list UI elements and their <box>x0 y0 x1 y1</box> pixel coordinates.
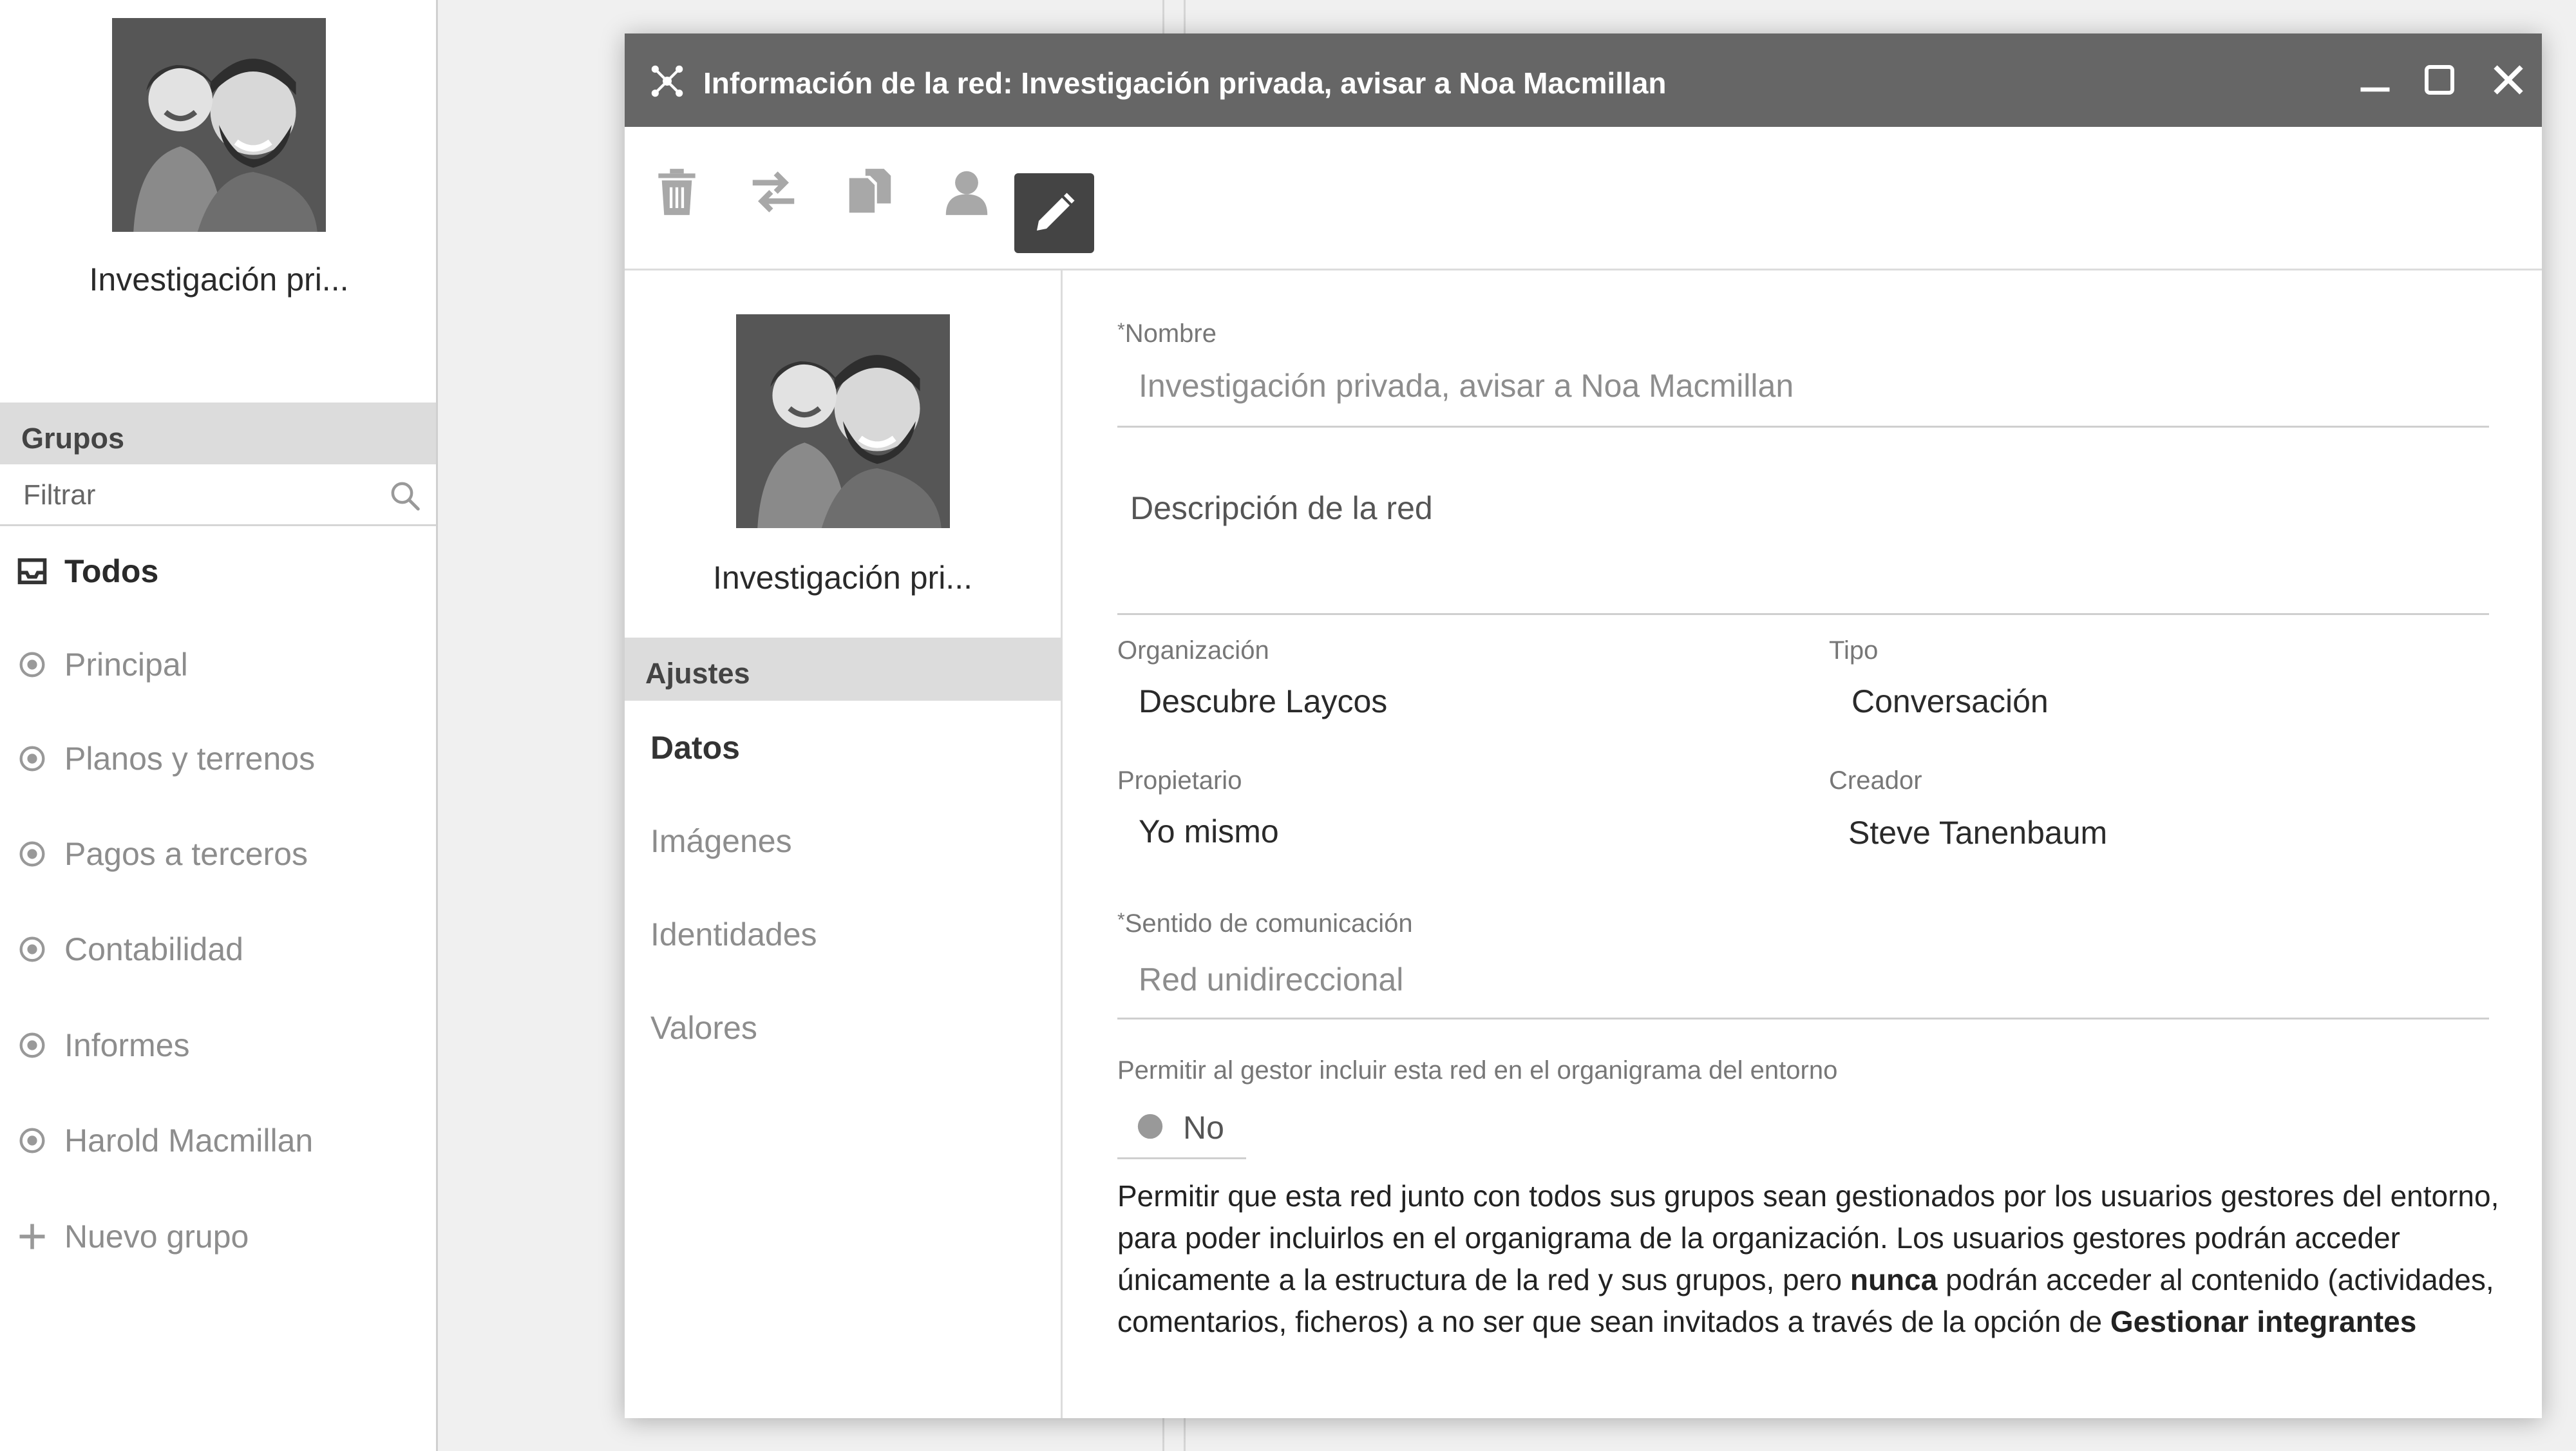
network-info-dialog: Información de la red: Investigación pri… <box>625 33 2542 1418</box>
menu-imagenes[interactable]: Imágenes <box>650 822 792 860</box>
group-item-label: Planos y terrenos <box>64 741 316 777</box>
permitir-help-text: Permitir que esta red junto con todos su… <box>1117 1179 2499 1338</box>
group-item-planos[interactable]: Planos y terrenos <box>0 723 436 794</box>
copy-icon[interactable] <box>842 164 898 220</box>
network-name: Investigación pri... <box>89 261 349 298</box>
settings-header: Ajustes <box>625 638 1061 701</box>
dialog-toolbar <box>625 127 2542 270</box>
dialog-title: Información de la red: Investigación pri… <box>703 66 1667 100</box>
descripcion-field[interactable]: Descripción de la red <box>1130 489 1433 527</box>
trash-icon[interactable] <box>649 164 705 220</box>
nombre-label: *Nombre <box>1117 319 1217 348</box>
radio-dot-icon <box>19 746 45 772</box>
groups-header: Grupos <box>0 403 436 464</box>
plus-icon <box>19 1224 45 1249</box>
group-item-todos[interactable]: Todos <box>0 536 436 607</box>
propietario-value: Yo mismo <box>1139 813 1279 849</box>
group-item-principal[interactable]: Principal <box>0 629 436 700</box>
radio-dot-icon <box>19 1032 45 1058</box>
network-avatar[interactable] <box>736 314 950 528</box>
menu-valores[interactable]: Valores <box>650 1009 757 1047</box>
edit-button[interactable] <box>1014 173 1094 253</box>
radio-dot-icon <box>19 1128 45 1153</box>
descripcion-underline <box>1117 613 2489 615</box>
minimize-icon[interactable] <box>2356 61 2394 99</box>
permitir-value: No <box>1183 1110 1224 1146</box>
network-avatar[interactable] <box>112 18 326 232</box>
sentido-label: *Sentido de comunicación <box>1117 909 1413 938</box>
radio-dot-icon <box>19 936 45 962</box>
filter-input[interactable] <box>23 476 371 515</box>
group-item-label: Todos <box>64 553 159 589</box>
organizacion-value: Descubre Laycos <box>1139 683 1388 719</box>
permitir-label: Permitir al gestor incluir esta red en e… <box>1117 1056 1838 1085</box>
search-icon[interactable] <box>388 479 422 513</box>
nombre-field[interactable]: Investigación privada, avisar a Noa Macm… <box>1139 367 1794 404</box>
organizacion-label: Organización <box>1117 636 1269 665</box>
creador-value: Steve Tanenbaum <box>1848 815 2108 851</box>
groups-sidebar: Investigación pri... Grupos Todos Princi… <box>0 0 438 1451</box>
close-icon[interactable] <box>2489 61 2528 99</box>
maximize-icon[interactable] <box>2420 61 2459 99</box>
transfer-icon[interactable] <box>746 164 801 220</box>
group-item-contabilidad[interactable]: Contabilidad <box>0 914 436 985</box>
required-mark: * <box>1117 909 1125 931</box>
sentido-field[interactable]: Red unidireccional <box>1139 961 1403 998</box>
network-name: Investigación pri... <box>713 560 972 596</box>
required-mark: * <box>1117 319 1125 341</box>
group-item-harold[interactable]: Harold Macmillan <box>0 1105 436 1176</box>
permitir-underline <box>1117 1157 1246 1159</box>
tipo-label: Tipo <box>1829 636 1879 665</box>
group-item-label: Harold Macmillan <box>64 1123 314 1159</box>
group-item-informes[interactable]: Informes <box>0 1010 436 1081</box>
propietario-label: Propietario <box>1117 766 1242 795</box>
network-form: *Nombre Investigación privada, avisar a … <box>1063 270 2542 1418</box>
user-icon[interactable] <box>939 164 994 220</box>
pencil-icon <box>1037 193 1075 231</box>
group-item-label: Principal <box>64 647 188 683</box>
menu-datos[interactable]: Datos <box>650 729 740 766</box>
permitir-toggle[interactable]: No <box>1117 1095 1246 1159</box>
family-avatar-image <box>112 18 326 232</box>
creador-label: Creador <box>1829 766 1922 795</box>
tipo-value: Conversación <box>1852 683 2049 719</box>
dialog-titlebar[interactable]: Información de la red: Investigación pri… <box>625 33 2542 127</box>
menu-identidades[interactable]: Identidades <box>650 916 817 953</box>
radio-dot-icon <box>19 841 45 867</box>
group-item-pagos[interactable]: Pagos a terceros <box>0 819 436 889</box>
group-item-label: Nuevo grupo <box>64 1219 249 1255</box>
nombre-underline <box>1117 426 2489 428</box>
group-item-label: Pagos a terceros <box>64 836 308 872</box>
group-item-label: Contabilidad <box>64 931 243 967</box>
group-item-label: Informes <box>64 1027 190 1063</box>
radio-off-icon <box>1137 1114 1163 1139</box>
family-avatar-image <box>736 314 950 528</box>
inbox-icon <box>17 558 47 585</box>
dialog-nav-panel: Investigación pri... Ajustes Datos Imáge… <box>625 270 1063 1418</box>
filter-row <box>0 464 436 526</box>
radio-dot-icon <box>19 652 45 678</box>
new-group-button[interactable]: Nuevo grupo <box>0 1201 436 1272</box>
sentido-underline <box>1117 1018 2489 1019</box>
network-icon <box>651 65 683 97</box>
